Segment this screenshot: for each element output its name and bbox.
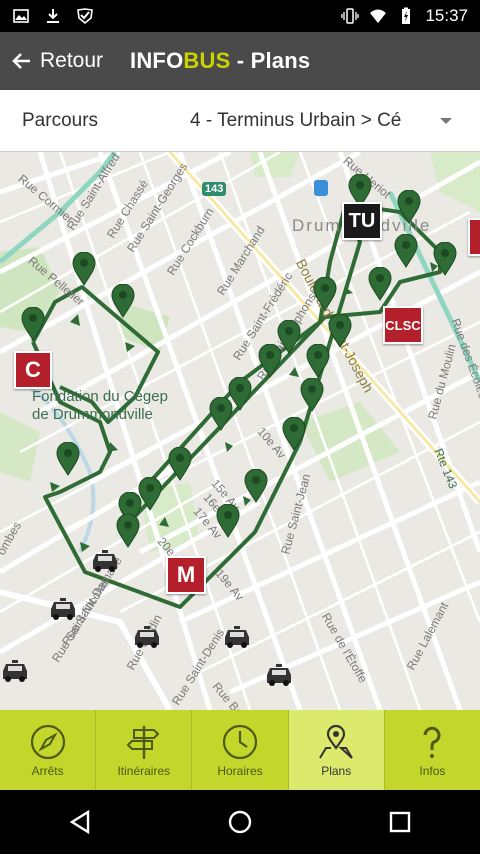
title-bus: BUS (183, 48, 231, 73)
arrow-left-icon (12, 53, 30, 69)
map-pin-icon (319, 724, 354, 759)
tab-label: Horaires (217, 764, 263, 778)
bus-stop-pin[interactable] (433, 242, 457, 276)
tab-label: Plans (321, 764, 352, 778)
title-rest: - Plans (230, 48, 311, 73)
bus-stop-pin[interactable] (394, 234, 418, 268)
tab-label: Arrêts (31, 764, 64, 778)
app-bar: Retour INFOBUS - Plans (0, 32, 480, 90)
chevron-down-icon[interactable] (440, 117, 452, 124)
bus-stop-pin[interactable] (244, 469, 268, 503)
route-map[interactable]: Rue Cormier Rue Saint-Alfred Rue Chassé … (0, 152, 480, 710)
battery-charging-icon (402, 7, 411, 24)
poi-line-1: Fondation du Cégep (32, 388, 168, 405)
taxi-icon[interactable] (48, 598, 78, 620)
route-143-badge: 143 (202, 182, 227, 196)
title-info: INFO (130, 48, 184, 73)
route-selector[interactable]: Parcours 4 - Terminus Urbain > Cé (0, 90, 480, 152)
signpost-icon (126, 726, 160, 759)
compass-icon (30, 724, 65, 760)
taxi-icon[interactable] (0, 660, 30, 682)
tab-horaires[interactable]: Horaires (192, 710, 289, 790)
tab-arrets[interactable]: Arrêts (0, 710, 97, 790)
bus-stop-pin[interactable] (277, 320, 301, 354)
tab-label: Infos (419, 764, 446, 778)
bus-stop-pin[interactable] (116, 514, 140, 548)
screen: 15:37 Retour INFOBUS - Plans Parcours 4 … (0, 0, 480, 854)
back-nav-icon[interactable] (66, 808, 94, 836)
bus-stop-pin[interactable] (56, 442, 80, 476)
bus-stop-pin[interactable] (397, 190, 421, 224)
status-bar: 15:37 (0, 0, 480, 32)
clsc-marker[interactable]: CLSC (383, 306, 423, 344)
transit-station-icon[interactable] (314, 180, 328, 196)
download-icon (47, 9, 59, 23)
bus-stop-pin[interactable] (111, 284, 135, 318)
bus-stop-pin[interactable] (216, 504, 240, 538)
bus-stop-pin[interactable] (328, 314, 352, 348)
mall-marker[interactable]: M (166, 556, 206, 594)
clock-icon (222, 724, 258, 760)
taxi-icon[interactable] (132, 626, 162, 648)
back-button[interactable]: Retour (0, 49, 103, 73)
taxi-icon[interactable] (264, 664, 294, 686)
bus-stop-pin[interactable] (228, 377, 252, 411)
image-icon (13, 9, 29, 23)
recents-nav-icon[interactable] (386, 808, 414, 836)
status-time: 15:37 (425, 6, 468, 25)
tab-itineraires[interactable]: Itinéraires (96, 710, 193, 790)
back-label: Retour (40, 49, 104, 72)
bus-stop-pin[interactable] (168, 447, 192, 481)
partial-marker[interactable] (468, 218, 480, 256)
route-selector-value[interactable]: 4 - Terminus Urbain > Cé (190, 110, 420, 132)
bus-stop-pin[interactable] (300, 378, 324, 412)
wifi-icon (370, 9, 387, 23)
bus-stop-pin[interactable] (313, 277, 337, 311)
taxi-icon[interactable] (90, 550, 120, 572)
tab-infos[interactable]: Infos (385, 710, 480, 790)
tab-plans[interactable]: Plans (288, 710, 385, 790)
bus-stop-pin[interactable] (72, 252, 96, 286)
home-nav-icon[interactable] (226, 808, 254, 836)
system-nav-bar (0, 790, 480, 854)
check-shield-icon (77, 8, 93, 25)
vibrate-icon (341, 8, 360, 24)
terminus-marker[interactable]: TU (342, 202, 382, 240)
tab-label: Itinéraires (117, 764, 171, 778)
bottom-tab-bar: Arrêts Itinéraires Horaires Plans Infos (0, 710, 480, 790)
taxi-icon[interactable] (222, 626, 252, 648)
bus-stop-pin[interactable] (282, 417, 306, 451)
question-icon (423, 726, 441, 758)
cegep-marker[interactable]: C (14, 351, 52, 389)
bus-stop-pin[interactable] (368, 267, 392, 301)
bus-stop-pin[interactable] (138, 477, 162, 511)
page-title: INFOBUS - Plans (130, 48, 310, 74)
bus-stop-pin[interactable] (21, 307, 45, 341)
route-selector-label: Parcours (22, 109, 99, 131)
poi-line-2: de Drummondville (32, 406, 153, 423)
bus-stop-pin[interactable] (306, 344, 330, 378)
